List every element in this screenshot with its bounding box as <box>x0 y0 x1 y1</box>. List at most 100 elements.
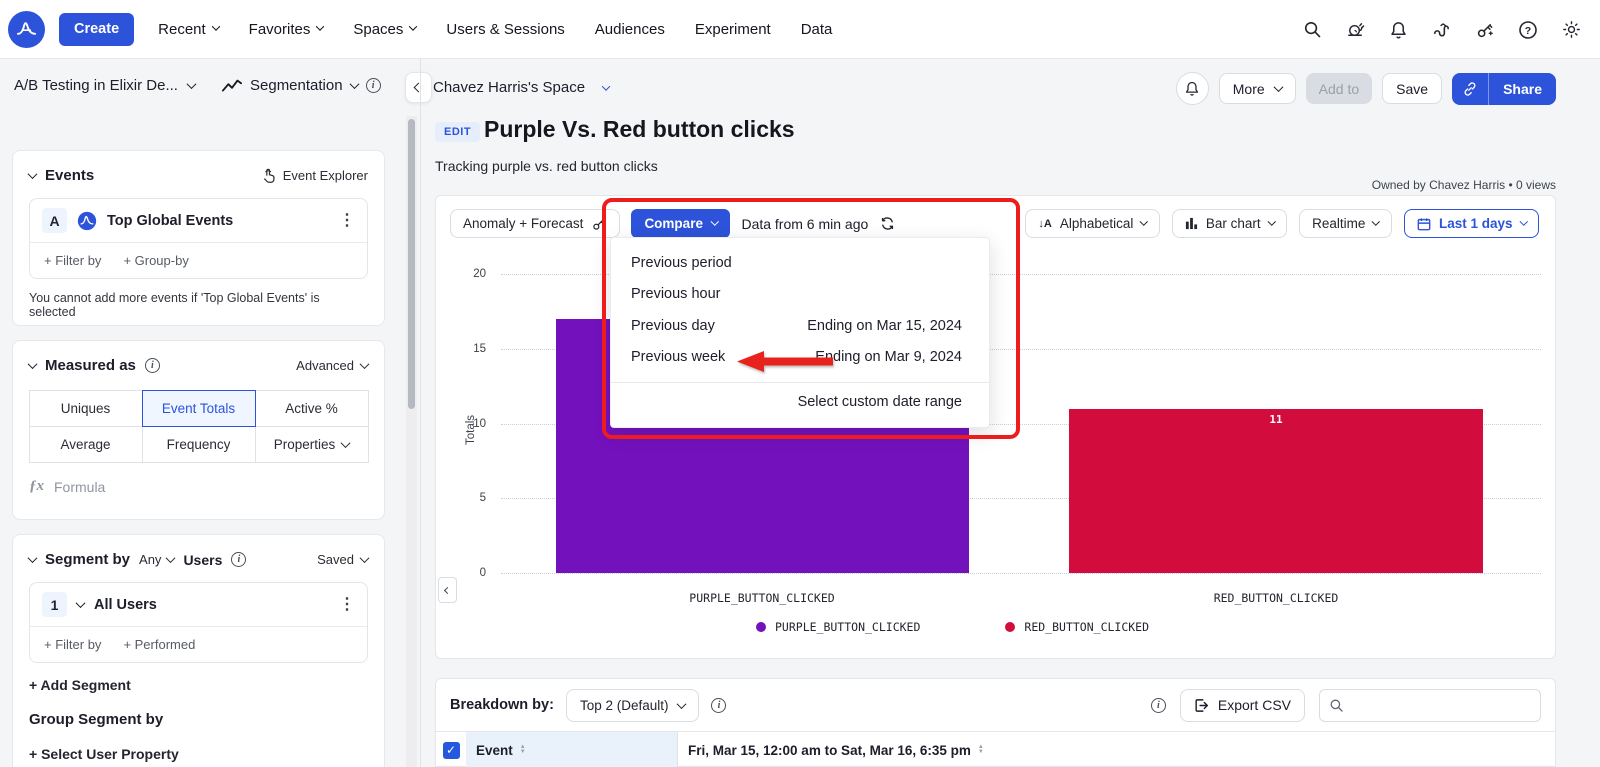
info-icon[interactable]: i <box>231 552 247 567</box>
share-split-button[interactable]: Share <box>1452 72 1556 105</box>
info-icon[interactable]: i <box>1150 697 1166 713</box>
breakdown-top-dropdown[interactable]: Top 2 (Default) <box>565 688 700 722</box>
notifications-bell-icon[interactable] <box>1389 20 1408 40</box>
sort-dropdown[interactable]: ↓A Alphabetical <box>1025 209 1160 238</box>
info-icon[interactable]: i <box>711 697 727 713</box>
sidebar-scrollbar-thumb[interactable] <box>408 119 415 409</box>
formula-button[interactable]: ƒx Formula <box>13 462 384 511</box>
menu-item-previous-period[interactable]: Previous period <box>611 247 989 279</box>
option-frequency[interactable]: Frequency <box>141 425 256 463</box>
chevron-down-icon[interactable] <box>75 598 86 609</box>
option-active-pct[interactable]: Active % <box>254 389 369 427</box>
ai-key-icon[interactable] <box>1475 20 1495 40</box>
amplitude-event-icon <box>77 211 97 231</box>
sort-az-icon: ↓A <box>1038 217 1052 230</box>
measured-as-options: Uniques Event Totals Active % Average Fr… <box>28 389 369 463</box>
search-icon[interactable] <box>1303 20 1322 39</box>
select-user-property-button[interactable]: + Select User Property <box>29 736 368 767</box>
journeys-path-icon[interactable] <box>1431 20 1452 39</box>
more-button[interactable]: More <box>1218 73 1296 104</box>
menu-item-previous-week[interactable]: Previous week Ending on Mar 9, 2024 <box>611 342 989 374</box>
analysis-type-selector[interactable]: Segmentation i <box>222 77 381 94</box>
segment-row[interactable]: 1 All Users ⋮ <box>30 583 367 626</box>
amplitude-logo-icon[interactable] <box>8 10 45 48</box>
y-tick: 20 <box>473 268 486 280</box>
nav-spaces[interactable]: Spaces <box>353 21 418 38</box>
add-groupby-button[interactable]: + Group-by <box>123 253 188 268</box>
event-row[interactable]: A Top Global Events ⋮ <box>30 199 367 242</box>
date-range-dropdown[interactable]: Last 1 days <box>1403 209 1539 238</box>
settings-gear-icon[interactable] <box>1561 19 1582 40</box>
segment-options-kebab-icon[interactable]: ⋮ <box>339 596 355 613</box>
collapse-sidebar-button[interactable] <box>405 72 432 103</box>
bar-red-button-clicked[interactable]: 11 <box>1069 408 1483 573</box>
option-uniques[interactable]: Uniques <box>28 389 143 427</box>
space-selector[interactable]: Chavez Harris's Space <box>433 79 611 96</box>
refresh-icon[interactable] <box>879 215 896 232</box>
chart-type-dropdown[interactable]: Bar chart <box>1171 209 1288 238</box>
chevron-down-icon <box>601 81 611 91</box>
data-freshness-label: Data from 6 min ago <box>741 215 869 232</box>
y-tick: 15 <box>473 342 486 355</box>
nav-data[interactable]: Data <box>801 21 833 38</box>
export-csv-button[interactable]: Export CSV <box>1179 688 1305 722</box>
add-filter-button[interactable]: + Filter by <box>44 253 101 268</box>
segment-any-dropdown[interactable]: Any <box>139 552 176 567</box>
advanced-dropdown[interactable]: Advanced <box>296 358 370 373</box>
help-icon[interactable]: ? <box>1518 20 1538 40</box>
subscribe-bell-button[interactable] <box>1175 72 1209 105</box>
project-selector[interactable]: A/B Testing in Elixir De... <box>14 77 197 94</box>
segment-add-performed-button[interactable]: + Performed <box>123 637 195 652</box>
nav-recent[interactable]: Recent <box>158 21 220 38</box>
menu-item-previous-hour[interactable]: Previous hour <box>611 279 989 311</box>
menu-item-previous-day[interactable]: Previous day Ending on Mar 15, 2024 <box>611 310 989 342</box>
event-explorer-link[interactable]: Event Explorer <box>261 168 368 184</box>
page-title[interactable]: Purple Vs. Red button clicks <box>484 116 795 143</box>
sort-icon[interactable]: ▲ ▼ <box>520 744 526 755</box>
collapse-measured-chevron[interactable] <box>27 359 38 370</box>
menu-item-custom-date-range[interactable]: Select custom date range <box>611 383 989 420</box>
option-event-totals[interactable]: Event Totals <box>141 389 256 427</box>
sort-icon[interactable]: ▲ ▼ <box>978 744 984 755</box>
compare-button[interactable]: Compare <box>631 209 731 238</box>
nav-experiment[interactable]: Experiment <box>695 21 771 38</box>
select-all-checkbox[interactable]: ✓ <box>442 741 460 759</box>
realtime-dropdown[interactable]: Realtime <box>1299 209 1392 238</box>
legend-item-red[interactable]: RED_BUTTON_CLICKED <box>1005 620 1149 634</box>
share-button[interactable]: Share <box>1489 73 1556 105</box>
nav-users-sessions[interactable]: Users & Sessions <box>446 21 564 38</box>
saved-dropdown[interactable]: Saved <box>317 552 370 567</box>
add-to-button[interactable]: Add to <box>1305 73 1373 104</box>
nav-audiences[interactable]: Audiences <box>595 21 665 38</box>
option-average[interactable]: Average <box>28 425 143 463</box>
legend-item-purple[interactable]: PURPLE_BUTTON_CLICKED <box>756 620 920 634</box>
event-options-kebab-icon[interactable]: ⋮ <box>339 212 355 229</box>
collapse-panel-button[interactable] <box>438 577 457 603</box>
export-icon <box>1195 698 1208 712</box>
table-header-event[interactable]: Event ▲ ▼ <box>466 732 678 767</box>
save-button[interactable]: Save <box>1382 73 1443 104</box>
option-properties[interactable]: Properties <box>254 425 369 463</box>
collapse-segment-chevron[interactable] <box>27 553 38 564</box>
events-title: Events <box>45 167 95 184</box>
whats-new-snail-icon[interactable] <box>1345 19 1366 40</box>
create-button[interactable]: Create <box>59 12 135 46</box>
info-icon[interactable]: i <box>144 358 160 373</box>
segment-add-filter-button[interactable]: + Filter by <box>44 637 101 652</box>
edit-badge[interactable]: EDIT <box>435 122 481 142</box>
anomaly-forecast-button[interactable]: Anomaly + Forecast <box>450 209 621 238</box>
page-subtitle[interactable]: Tracking purple vs. red button clicks <box>435 158 658 174</box>
collapse-events-chevron[interactable] <box>27 169 38 180</box>
x-axis-label-red: RED_BUTTON_CLICKED <box>1213 591 1339 605</box>
info-icon[interactable]: i <box>365 78 381 93</box>
table-search-input[interactable] <box>1351 697 1531 713</box>
nav-favorites[interactable]: Favorites <box>249 21 325 38</box>
add-segment-button[interactable]: + Add Segment <box>29 667 368 703</box>
breakdown-section: Breakdown by: Top 2 (Default) i i Export… <box>435 678 1556 767</box>
segment-by-panel: Segment by Any Users i Saved 1 All Users… <box>12 534 385 767</box>
event-row-card: A Top Global Events ⋮ + Filter by + Grou… <box>29 198 368 279</box>
chart-card: Anomaly + Forecast Compare Data from 6 m… <box>435 195 1556 659</box>
table-search-box[interactable] <box>1319 688 1541 722</box>
copy-link-icon[interactable] <box>1452 72 1490 105</box>
table-header-date-range[interactable]: Fri, Mar 15, 12:00 am to Sat, Mar 16, 6:… <box>678 732 1555 767</box>
